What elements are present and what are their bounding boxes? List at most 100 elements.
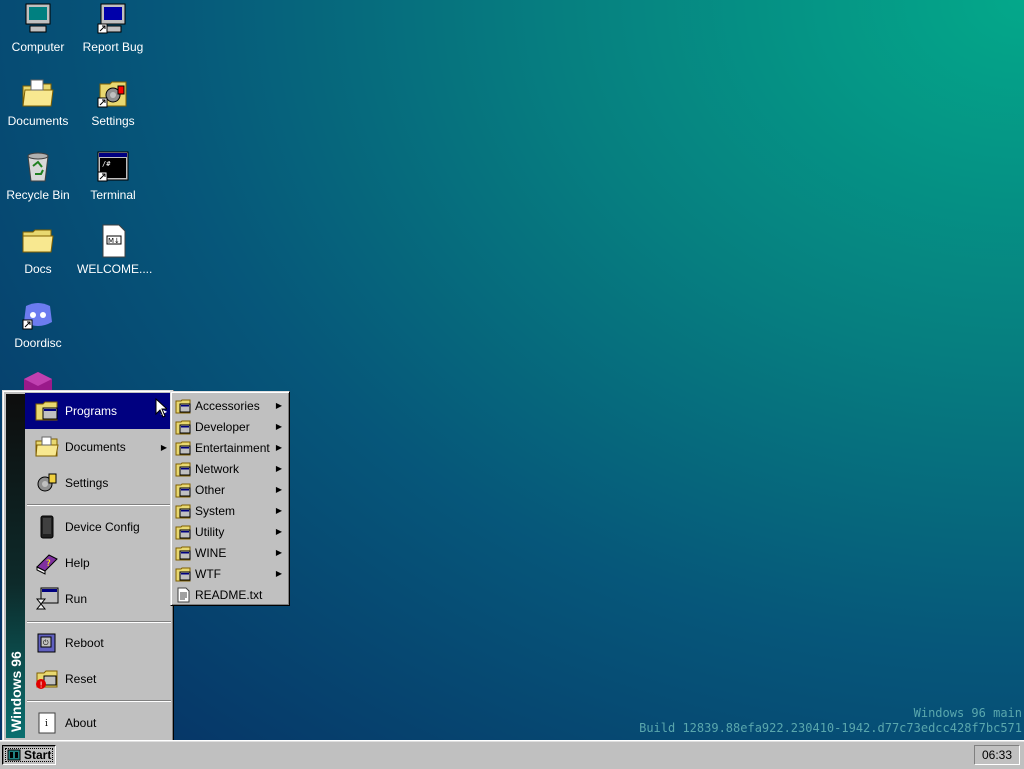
documents-icon [35,436,59,457]
start-menu-item-about[interactable]: i About [25,705,171,741]
start-menu-banner-text: Windows 96 [8,651,24,732]
system-tray-clock[interactable]: 06:33 [974,745,1020,765]
submenu-item-utility[interactable]: Utility ▶ [174,521,286,542]
submenu-arrow-icon: ▶ [275,464,282,473]
program-group-icon [175,567,191,581]
build-info: Windows 96 main Build 12839.88efa922.230… [639,706,1022,736]
submenu-item-label: Accessories [195,398,260,413]
about-icon: i [38,712,56,734]
start-menu-item-label: Run [65,592,88,606]
start-menu-item-label: Reset [65,672,97,686]
submenu-item-entertainment[interactable]: Entertainment ▶ [174,437,286,458]
submenu-item-system[interactable]: System ▶ [174,500,286,521]
submenu-item-label: README.txt [195,587,263,602]
start-menu-item-label: Documents [65,440,126,454]
submenu-arrow-icon: ▶ [275,506,282,515]
desktop-icon-settings[interactable]: Settings [77,76,149,128]
start-menu-separator [27,700,171,702]
start-button-label: Start [24,748,52,762]
program-group-icon [175,462,191,476]
start-menu: Windows 96 Programs ▶ Documents ▶ Settin… [2,390,174,742]
submenu-item-label: Other [195,482,226,497]
submenu-item-other[interactable]: Other ▶ [174,479,286,500]
svg-text:M↓: M↓ [108,237,120,245]
programs-submenu: Accessories ▶ Developer ▶ Entertainment … [170,391,290,606]
svg-text:⏻: ⏻ [43,639,49,647]
desktop-icon-label: Doordisc [14,336,62,350]
program-group-icon [175,504,191,518]
svg-text:!: ! [40,681,43,690]
start-menu-item-reboot[interactable]: ⏻ Reboot [25,625,171,661]
run-icon [35,587,59,610]
start-menu-item-label: Programs [65,404,118,418]
reset-icon: ! [36,670,58,690]
desktop-icon-label: Terminal [90,188,136,202]
svg-text:i: i [45,719,48,729]
settings-icon [97,81,127,108]
submenu-item-label: WTF [195,566,221,581]
desktop-icon-docs[interactable]: Docs [2,224,74,276]
submenu-arrow-icon: ▶ [275,443,282,452]
desktop-icon-report-bug[interactable]: Report Bug [77,2,149,54]
program-group-icon [175,483,191,497]
documents-folder-icon [22,79,54,107]
taskbar: Start 06:33 [0,740,1024,769]
start-menu-item-device-config[interactable]: Device Config [25,509,171,545]
desktop-icon-doordisc[interactable]: Doordisc [2,298,74,350]
submenu-item-readme[interactable]: README.txt [174,584,286,605]
submenu-arrow-icon: ▶ [275,422,282,431]
build-info-number: Build 12839.88efa922.230410-1942.d77c73e… [639,721,1022,735]
desktop-icon-label: Computer [11,40,65,54]
recycle-bin-icon [27,152,49,182]
submenu-item-label: Developer [195,419,250,434]
desktop-icon-documents[interactable]: Documents [2,76,74,128]
text-file-icon [177,587,190,602]
program-group-icon [175,546,191,560]
desktop-icon-recycle-bin[interactable]: Recycle Bin [2,150,74,202]
start-logo-icon [7,749,21,761]
start-menu-item-label: About [65,716,97,730]
desktop-icon-terminal[interactable]: /# Terminal [77,150,149,202]
mouse-cursor-icon [155,398,167,418]
submenu-item-label: Entertainment [195,440,270,455]
terminal-icon: /# [97,151,129,182]
device-config-icon [40,515,54,539]
desktop-icon-label: Report Bug [82,40,144,54]
start-menu-item-programs[interactable]: Programs ▶ [25,393,171,429]
build-info-edition: Windows 96 main [913,706,1022,720]
start-menu-separator [27,504,171,506]
start-menu-item-settings[interactable]: Settings [25,465,171,501]
help-book-icon: ? [36,554,58,575]
start-menu-item-label: Help [65,556,90,570]
submenu-item-wtf[interactable]: WTF ▶ [174,563,286,584]
folder-icon [22,229,54,253]
start-menu-item-run[interactable]: Run [25,581,171,617]
program-group-icon [175,420,191,434]
submenu-item-label: WINE [195,545,227,560]
start-menu-item-reset[interactable]: ! Reset [25,661,171,697]
submenu-item-wine[interactable]: WINE ▶ [174,542,286,563]
submenu-item-label: Utility [195,524,225,539]
start-menu-item-help[interactable]: ? Help [25,545,171,581]
desktop-icon-computer[interactable]: Computer [2,2,74,54]
submenu-item-developer[interactable]: Developer ▶ [174,416,286,437]
desktop-icon-welcome[interactable]: M↓ WELCOME.... [77,224,152,276]
submenu-arrow-icon: ▶ [275,527,282,536]
start-menu-item-label: Reboot [65,636,104,650]
start-menu-banner: Windows 96 [6,394,25,738]
doordisc-icon [22,303,52,330]
svg-text:?: ? [46,559,51,569]
start-menu-separator [27,621,171,623]
submenu-item-accessories[interactable]: Accessories ▶ [174,395,286,416]
submenu-item-label: Network [195,461,240,476]
report-bug-icon [97,3,126,34]
reboot-icon: ⏻ [37,633,56,653]
computer-icon [25,3,51,33]
submenu-arrow-icon: ▶ [275,401,282,410]
program-group-icon [175,525,191,539]
start-button[interactable]: Start [2,745,56,765]
submenu-item-network[interactable]: Network ▶ [174,458,286,479]
start-menu-item-label: Settings [65,476,109,490]
submenu-item-label: System [195,503,236,518]
start-menu-item-documents[interactable]: Documents ▶ [25,429,171,465]
